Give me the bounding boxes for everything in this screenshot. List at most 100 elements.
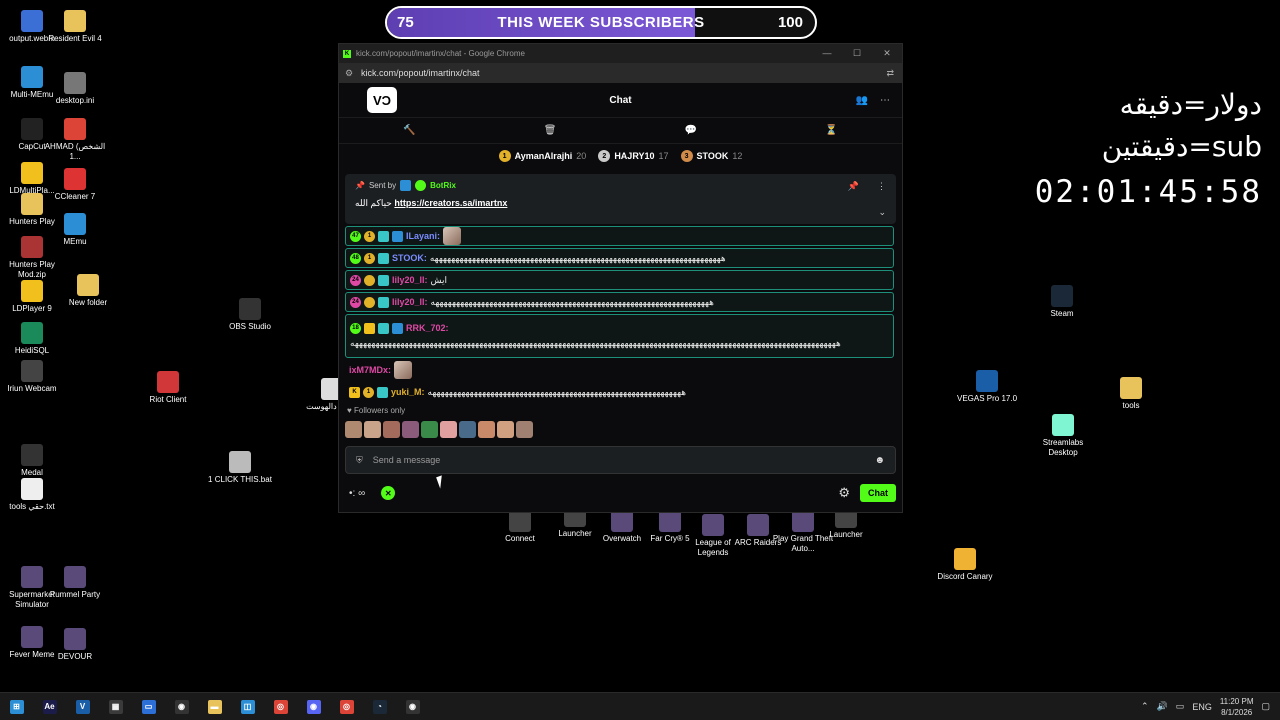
taskbar-app-button[interactable]: ◉ (297, 693, 330, 720)
minimize-button[interactable]: — (812, 48, 842, 59)
quick-emote[interactable] (459, 421, 476, 438)
leaderboard-entry[interactable]: 3 STOOK 12 (680, 150, 742, 162)
taskbar-app-button[interactable]: ▭ (132, 693, 165, 720)
desktop-icon[interactable]: Streamlabs Desktop (1031, 414, 1095, 458)
taskbar-app-button[interactable]: ▦ (99, 693, 132, 720)
pinned-link[interactable]: https://creators.sa/imartnx (394, 198, 507, 208)
user-badge-icon[interactable] (378, 296, 389, 308)
desktop-icon[interactable]: VEGAS Pro 17.0 (955, 370, 1019, 404)
desktop-icon[interactable]: Hunters Play Mod.zip (0, 236, 64, 280)
taskbar-app-button[interactable]: ▬ (198, 693, 231, 720)
taskbar-app-button[interactable]: Ae (33, 693, 66, 720)
desktop-icon[interactable]: OBS Studio (218, 298, 282, 332)
quick-emote[interactable] (516, 421, 533, 438)
desktop-icon[interactable]: LDPlayer 9 (0, 280, 64, 314)
chevron-up-icon[interactable]: ⌃ (1141, 701, 1149, 712)
hammer-icon[interactable]: 🔨 (403, 125, 415, 136)
window-titlebar[interactable]: K kick.com/popout/imartinx/chat - Google… (339, 44, 902, 63)
quick-emote[interactable] (497, 421, 514, 438)
channel-logo[interactable]: VƆ (367, 87, 397, 113)
desktop-icon[interactable]: Pummel Party (43, 566, 107, 600)
taskbar-app-button[interactable]: ◫ (231, 693, 264, 720)
quick-emote[interactable] (364, 421, 381, 438)
language-indicator[interactable]: ENG (1192, 702, 1212, 712)
url-text[interactable]: kick.com/popout/imartinx/chat (361, 68, 480, 78)
desktop-icon[interactable]: New folder (56, 274, 120, 308)
user-badge-icon[interactable]: 1 (364, 252, 375, 264)
desktop-icon[interactable]: desktop.ini (43, 72, 107, 106)
taskbar-app-button[interactable]: ⊞ (0, 693, 33, 720)
user-badge-icon[interactable] (377, 386, 388, 398)
site-info-icon[interactable]: ⚙ (345, 68, 355, 79)
chat-username[interactable]: lily20_ll: (392, 275, 428, 285)
taskbar-app-button[interactable]: ◎ (264, 693, 297, 720)
chat-message[interactable]: 24 lily20_ll: هههههههههههههههههههههههههههه… (345, 292, 894, 312)
emoji-icon[interactable]: ☻ (874, 455, 885, 466)
desktop-icon[interactable]: Medal (0, 444, 64, 478)
clock[interactable]: 11:20 PM 8/1/2026 (1220, 696, 1254, 718)
close-button[interactable]: ✕ (872, 48, 902, 59)
chevron-down-icon[interactable]: ⌄ (878, 207, 886, 218)
desktop-icon[interactable]: tools (1099, 377, 1163, 411)
desktop-icon[interactable]: AHMAD (الشخص 1... (43, 118, 107, 162)
user-badge-icon[interactable]: 24 (350, 274, 361, 286)
more-options-icon[interactable]: ⋯ (880, 95, 890, 106)
user-badge-icon[interactable] (378, 322, 389, 334)
user-badge-icon[interactable]: 24 (350, 296, 361, 308)
chat-username[interactable]: ILayani: (406, 231, 440, 241)
user-badge-icon[interactable] (364, 274, 375, 286)
user-list-icon[interactable]: 👥 (856, 95, 868, 106)
desktop-icon[interactable]: DEVOUR (43, 628, 107, 662)
user-badge-icon[interactable] (364, 322, 375, 334)
maximize-button[interactable]: ☐ (842, 48, 872, 59)
user-badge-icon[interactable]: 18 (350, 322, 361, 334)
quick-emote[interactable] (440, 421, 457, 438)
user-badge-icon[interactable] (364, 296, 375, 308)
quick-emote[interactable] (383, 421, 400, 438)
taskbar-app-button[interactable]: V (66, 693, 99, 720)
user-badge-icon[interactable] (392, 322, 403, 334)
volume-icon[interactable]: 🔊 (1157, 701, 1168, 712)
quick-emote[interactable] (421, 421, 438, 438)
desktop-icon[interactable]: Resident Evil 4 (43, 10, 107, 44)
user-badge-icon[interactable]: 47 (350, 230, 361, 242)
unpin-icon[interactable]: 📌 (848, 181, 859, 192)
send-chat-button[interactable]: Chat (860, 484, 896, 502)
user-badge-icon[interactable]: K (349, 386, 360, 398)
leaderboard-entry[interactable]: 1 AymanAlrajhi 20 (498, 150, 586, 162)
quick-emote[interactable] (402, 421, 419, 438)
user-badge-icon[interactable]: 1 (364, 230, 375, 242)
address-bar[interactable]: ⚙ kick.com/popout/imartinx/chat ⇄ (339, 63, 902, 83)
taskbar-app-button[interactable]: ◔ (363, 693, 396, 720)
notification-icon[interactable]: ▢ (1261, 701, 1270, 712)
desktop-icon[interactable]: Steam (1030, 285, 1094, 319)
chat-message[interactable]: 48 1 STOOK: ههههههههههههههههههههههههههههههه… (345, 248, 894, 268)
desktop-icon[interactable]: Iriun Webcam (0, 360, 64, 394)
desktop-icon[interactable]: HeidiSQL (0, 322, 64, 356)
chat-username[interactable]: lily20_ll: (392, 297, 428, 307)
leaderboard-entry[interactable]: 2 HAJRY10 17 (598, 150, 669, 162)
channel-points[interactable]: •: ∞ (349, 488, 365, 499)
hourglass-icon[interactable]: ⏳ (825, 125, 837, 136)
chat-username[interactable]: yuki_M: (391, 387, 425, 397)
quick-emote[interactable] (478, 421, 495, 438)
chat-username[interactable]: RRK_702: (406, 323, 449, 333)
user-badge-icon[interactable] (378, 274, 389, 286)
emote-image[interactable] (443, 227, 462, 245)
network-icon[interactable]: ▭ (1176, 701, 1185, 712)
pinned-bot-name[interactable]: BotRix (430, 181, 456, 190)
quick-emote[interactable] (345, 421, 362, 438)
user-badge-icon[interactable] (378, 230, 389, 242)
user-badge-icon[interactable] (378, 252, 389, 264)
taskbar-app-button[interactable]: ◉ (396, 693, 429, 720)
trash-icon[interactable]: 🗑 (544, 125, 557, 136)
desktop-icon[interactable]: tools حقي.txt (0, 478, 64, 512)
gear-icon[interactable]: ⚙ (838, 485, 850, 501)
user-badge-icon[interactable]: 48 (350, 252, 361, 264)
chat-message[interactable]: 24 lily20_ll: ايش (345, 270, 894, 290)
pinned-more-icon[interactable]: ⋮ (877, 181, 886, 192)
taskbar-app-button[interactable]: ◉ (165, 693, 198, 720)
chat-message[interactable]: ixM7MDx: (345, 360, 894, 380)
chat-bubble-icon[interactable]: 💬 (685, 125, 697, 136)
message-input[interactable] (372, 455, 875, 465)
